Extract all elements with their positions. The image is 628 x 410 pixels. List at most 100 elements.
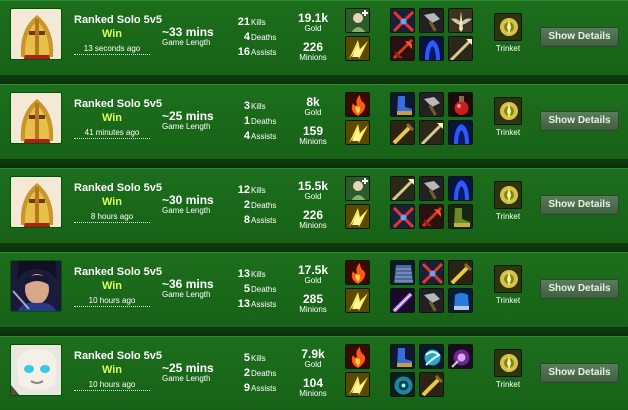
- trinket-slot: Trinket: [493, 97, 523, 137]
- game-length-label: Game Length: [162, 38, 211, 47]
- blue-hood-icon[interactable]: [448, 120, 473, 145]
- teal-orb-icon[interactable]: [390, 372, 415, 397]
- golden-sword-icon[interactable]: [390, 120, 415, 145]
- assists-label: Assists: [251, 216, 277, 225]
- blue-hood-icon[interactable]: [419, 36, 444, 61]
- crossed-blades-icon[interactable]: [390, 204, 415, 229]
- warhammer-icon[interactable]: [419, 92, 444, 117]
- minions-stat: 226 Minions: [290, 209, 336, 230]
- game-length-label: Game Length: [162, 374, 211, 383]
- assists-value: 13: [237, 298, 250, 310]
- game-length: ~30 mins Game Length: [162, 194, 232, 215]
- dark-swordsman-portrait: [11, 261, 61, 311]
- match-row: Ranked Solo 5v5 Win 10 hours ago ~25 min…: [0, 336, 628, 410]
- champion-portrait: [10, 8, 62, 60]
- game-length: ~25 mins Game Length: [162, 362, 232, 383]
- flash-icon[interactable]: [345, 372, 370, 397]
- red-axe-icon[interactable]: [390, 36, 415, 61]
- flash-icon[interactable]: [345, 288, 370, 313]
- masked-spirit-portrait: [11, 345, 61, 395]
- red-axe-icon[interactable]: [419, 204, 444, 229]
- kda-stats: 13Kills 5Deaths 13Assists: [228, 264, 290, 310]
- assists-value: 9: [243, 382, 250, 394]
- gold-label: Gold: [304, 108, 322, 117]
- show-details-button[interactable]: Show Details: [540, 363, 619, 383]
- warhammer-icon[interactable]: [419, 8, 444, 33]
- trinket-totem-icon[interactable]: [494, 181, 522, 209]
- golden-sword-icon[interactable]: [448, 260, 473, 285]
- void-staff-icon[interactable]: [448, 344, 473, 369]
- game-length: ~25 mins Game Length: [162, 110, 232, 131]
- crossed-blades-icon[interactable]: [390, 8, 415, 33]
- match-result: Win: [101, 364, 123, 376]
- lance-icon[interactable]: [448, 36, 473, 61]
- show-details-button[interactable]: Show Details: [540, 195, 619, 215]
- match-result: Win: [101, 196, 123, 208]
- ignite-icon[interactable]: [345, 92, 370, 117]
- gold-label: Gold: [304, 24, 322, 33]
- blue-gauntlet-icon[interactable]: [448, 288, 473, 313]
- match-row: Ranked Solo 5v5 Win 41 minutes ago ~25 m…: [0, 84, 628, 160]
- game-length-value: ~36 mins: [162, 277, 214, 291]
- green-greaves-icon[interactable]: [448, 204, 473, 229]
- show-details-button[interactable]: Show Details: [540, 279, 619, 299]
- champion-portrait: [10, 176, 62, 228]
- show-details-button[interactable]: Show Details: [540, 111, 619, 131]
- show-details-button[interactable]: Show Details: [540, 27, 619, 47]
- time-ago[interactable]: 41 minutes ago: [74, 128, 150, 139]
- match-result: Win: [101, 112, 123, 124]
- row-divider: [0, 160, 628, 168]
- game-length-value: ~25 mins: [162, 361, 214, 375]
- minions-label: Minions: [299, 305, 327, 314]
- trinket-label: Trinket: [495, 380, 521, 389]
- trinket-slot: Trinket: [493, 181, 523, 221]
- time-ago[interactable]: 10 hours ago: [74, 380, 150, 391]
- flash-icon[interactable]: [345, 120, 370, 145]
- ignite-icon[interactable]: [345, 344, 370, 369]
- row-divider: [0, 76, 628, 84]
- blue-boots-icon[interactable]: [390, 344, 415, 369]
- wind-orb-icon[interactable]: [419, 344, 444, 369]
- lance-icon[interactable]: [419, 120, 444, 145]
- item-slots: [390, 92, 480, 148]
- summoner-spells: [345, 260, 371, 316]
- game-length: ~36 mins Game Length: [162, 278, 232, 299]
- kills-label: Kills: [251, 186, 266, 195]
- flash-icon[interactable]: [345, 204, 370, 229]
- golden-sword-icon[interactable]: [419, 372, 444, 397]
- assists-value: 4: [243, 130, 250, 142]
- trinket-label: Trinket: [495, 128, 521, 137]
- warhammer-icon[interactable]: [419, 176, 444, 201]
- gold-stat: 15.5k Gold: [290, 180, 336, 201]
- ignite-icon[interactable]: [345, 260, 370, 285]
- heal-icon[interactable]: [345, 8, 370, 33]
- warhammer-icon[interactable]: [419, 288, 444, 313]
- kills-label: Kills: [251, 102, 266, 111]
- gold-value: 19.1k: [297, 11, 329, 25]
- heal-icon[interactable]: [345, 176, 370, 201]
- trinket-totem-icon[interactable]: [494, 265, 522, 293]
- purple-blade-icon[interactable]: [390, 288, 415, 313]
- crossed-blades-icon[interactable]: [419, 260, 444, 285]
- trinket-totem-icon[interactable]: [494, 13, 522, 41]
- time-ago[interactable]: 8 hours ago: [74, 212, 150, 223]
- trinket-slot: Trinket: [493, 13, 523, 53]
- game-length-label: Game Length: [162, 122, 211, 131]
- trinket-totem-icon[interactable]: [494, 97, 522, 125]
- lance-icon[interactable]: [390, 176, 415, 201]
- gold-stat: 19.1k Gold: [290, 12, 336, 33]
- blue-boots-icon[interactable]: [390, 92, 415, 117]
- trinket-totem-icon[interactable]: [494, 349, 522, 377]
- flash-icon[interactable]: [345, 36, 370, 61]
- kda-stats: 21Kills 4Deaths 16Assists: [228, 12, 290, 58]
- winged-blade-icon[interactable]: [448, 8, 473, 33]
- chain-vest-icon[interactable]: [390, 260, 415, 285]
- game-mode: Ranked Solo 5v5: [74, 182, 163, 194]
- game-length-value: ~33 mins: [162, 25, 214, 39]
- blue-hood-icon[interactable]: [448, 176, 473, 201]
- time-ago[interactable]: 10 hours ago: [74, 296, 150, 307]
- red-potion-icon[interactable]: [448, 92, 473, 117]
- time-ago[interactable]: 13 seconds ago: [74, 44, 150, 55]
- summoner-spells: [345, 92, 371, 148]
- game-mode: Ranked Solo 5v5: [74, 350, 163, 362]
